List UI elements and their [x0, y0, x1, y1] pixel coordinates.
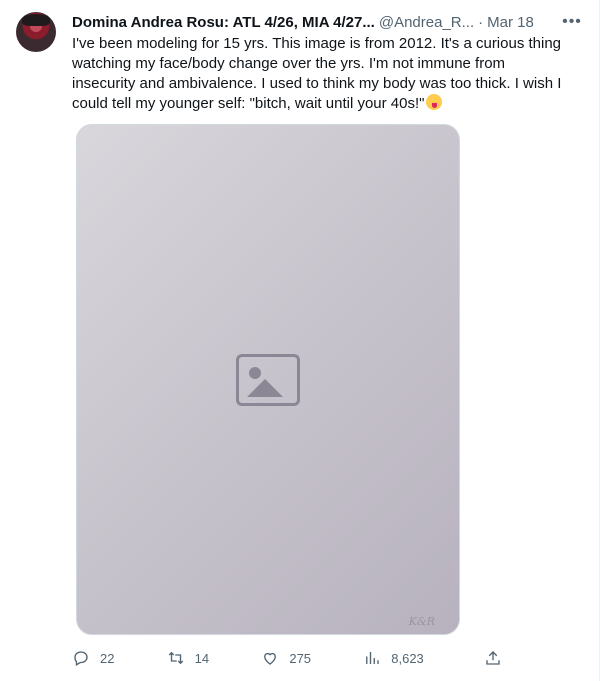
reply-button[interactable]: 22: [72, 649, 114, 667]
reply-icon: [74, 651, 88, 666]
retweet-count: 14: [194, 650, 210, 666]
avatar-hat: [22, 14, 50, 26]
tweet-header: Domina Andrea Rosu: ATL 4/26, MIA 4/27..…: [72, 12, 584, 32]
winking-face-with-tongue-icon: [426, 94, 443, 110]
retweet-button[interactable]: 14: [167, 649, 209, 667]
tweet-actions: 22 14 275 8,623: [72, 648, 502, 668]
like-button[interactable]: 275: [261, 649, 311, 667]
views-button[interactable]: 8,623: [363, 649, 424, 667]
image-placeholder-icon: [236, 353, 300, 406]
retweet-icon: [168, 651, 183, 665]
more-icon[interactable]: •••: [560, 10, 584, 34]
views-count: 8,623: [391, 650, 424, 666]
tweet-media-placeholder[interactable]: K&R: [76, 124, 460, 635]
reply-count: 22: [100, 650, 115, 666]
tweet-text: I've been modeling for 15 yrs. This imag…: [72, 34, 572, 114]
like-count: 275: [289, 650, 312, 666]
share-icon: [486, 651, 500, 665]
views-icon: [366, 652, 379, 664]
separator-dot: ·: [478, 13, 484, 31]
like-icon: [264, 652, 277, 665]
tweet[interactable]: Domina Andrea Rosu: ATL 4/26, MIA 4/27..…: [0, 0, 600, 681]
avatar[interactable]: [16, 12, 56, 52]
tweet-body: Domina Andrea Rosu: ATL 4/26, MIA 4/27..…: [72, 10, 584, 666]
tweet-text-content: I've been modeling for 15 yrs. This imag…: [72, 35, 562, 112]
media-watermark: K&R: [408, 615, 435, 628]
share-button[interactable]: [484, 649, 502, 667]
handle[interactable]: @Andrea_R...: [379, 14, 474, 31]
display-name[interactable]: Domina Andrea Rosu: ATL 4/26, MIA 4/27..…: [72, 14, 375, 31]
tweet-date[interactable]: Mar 18: [487, 14, 534, 31]
